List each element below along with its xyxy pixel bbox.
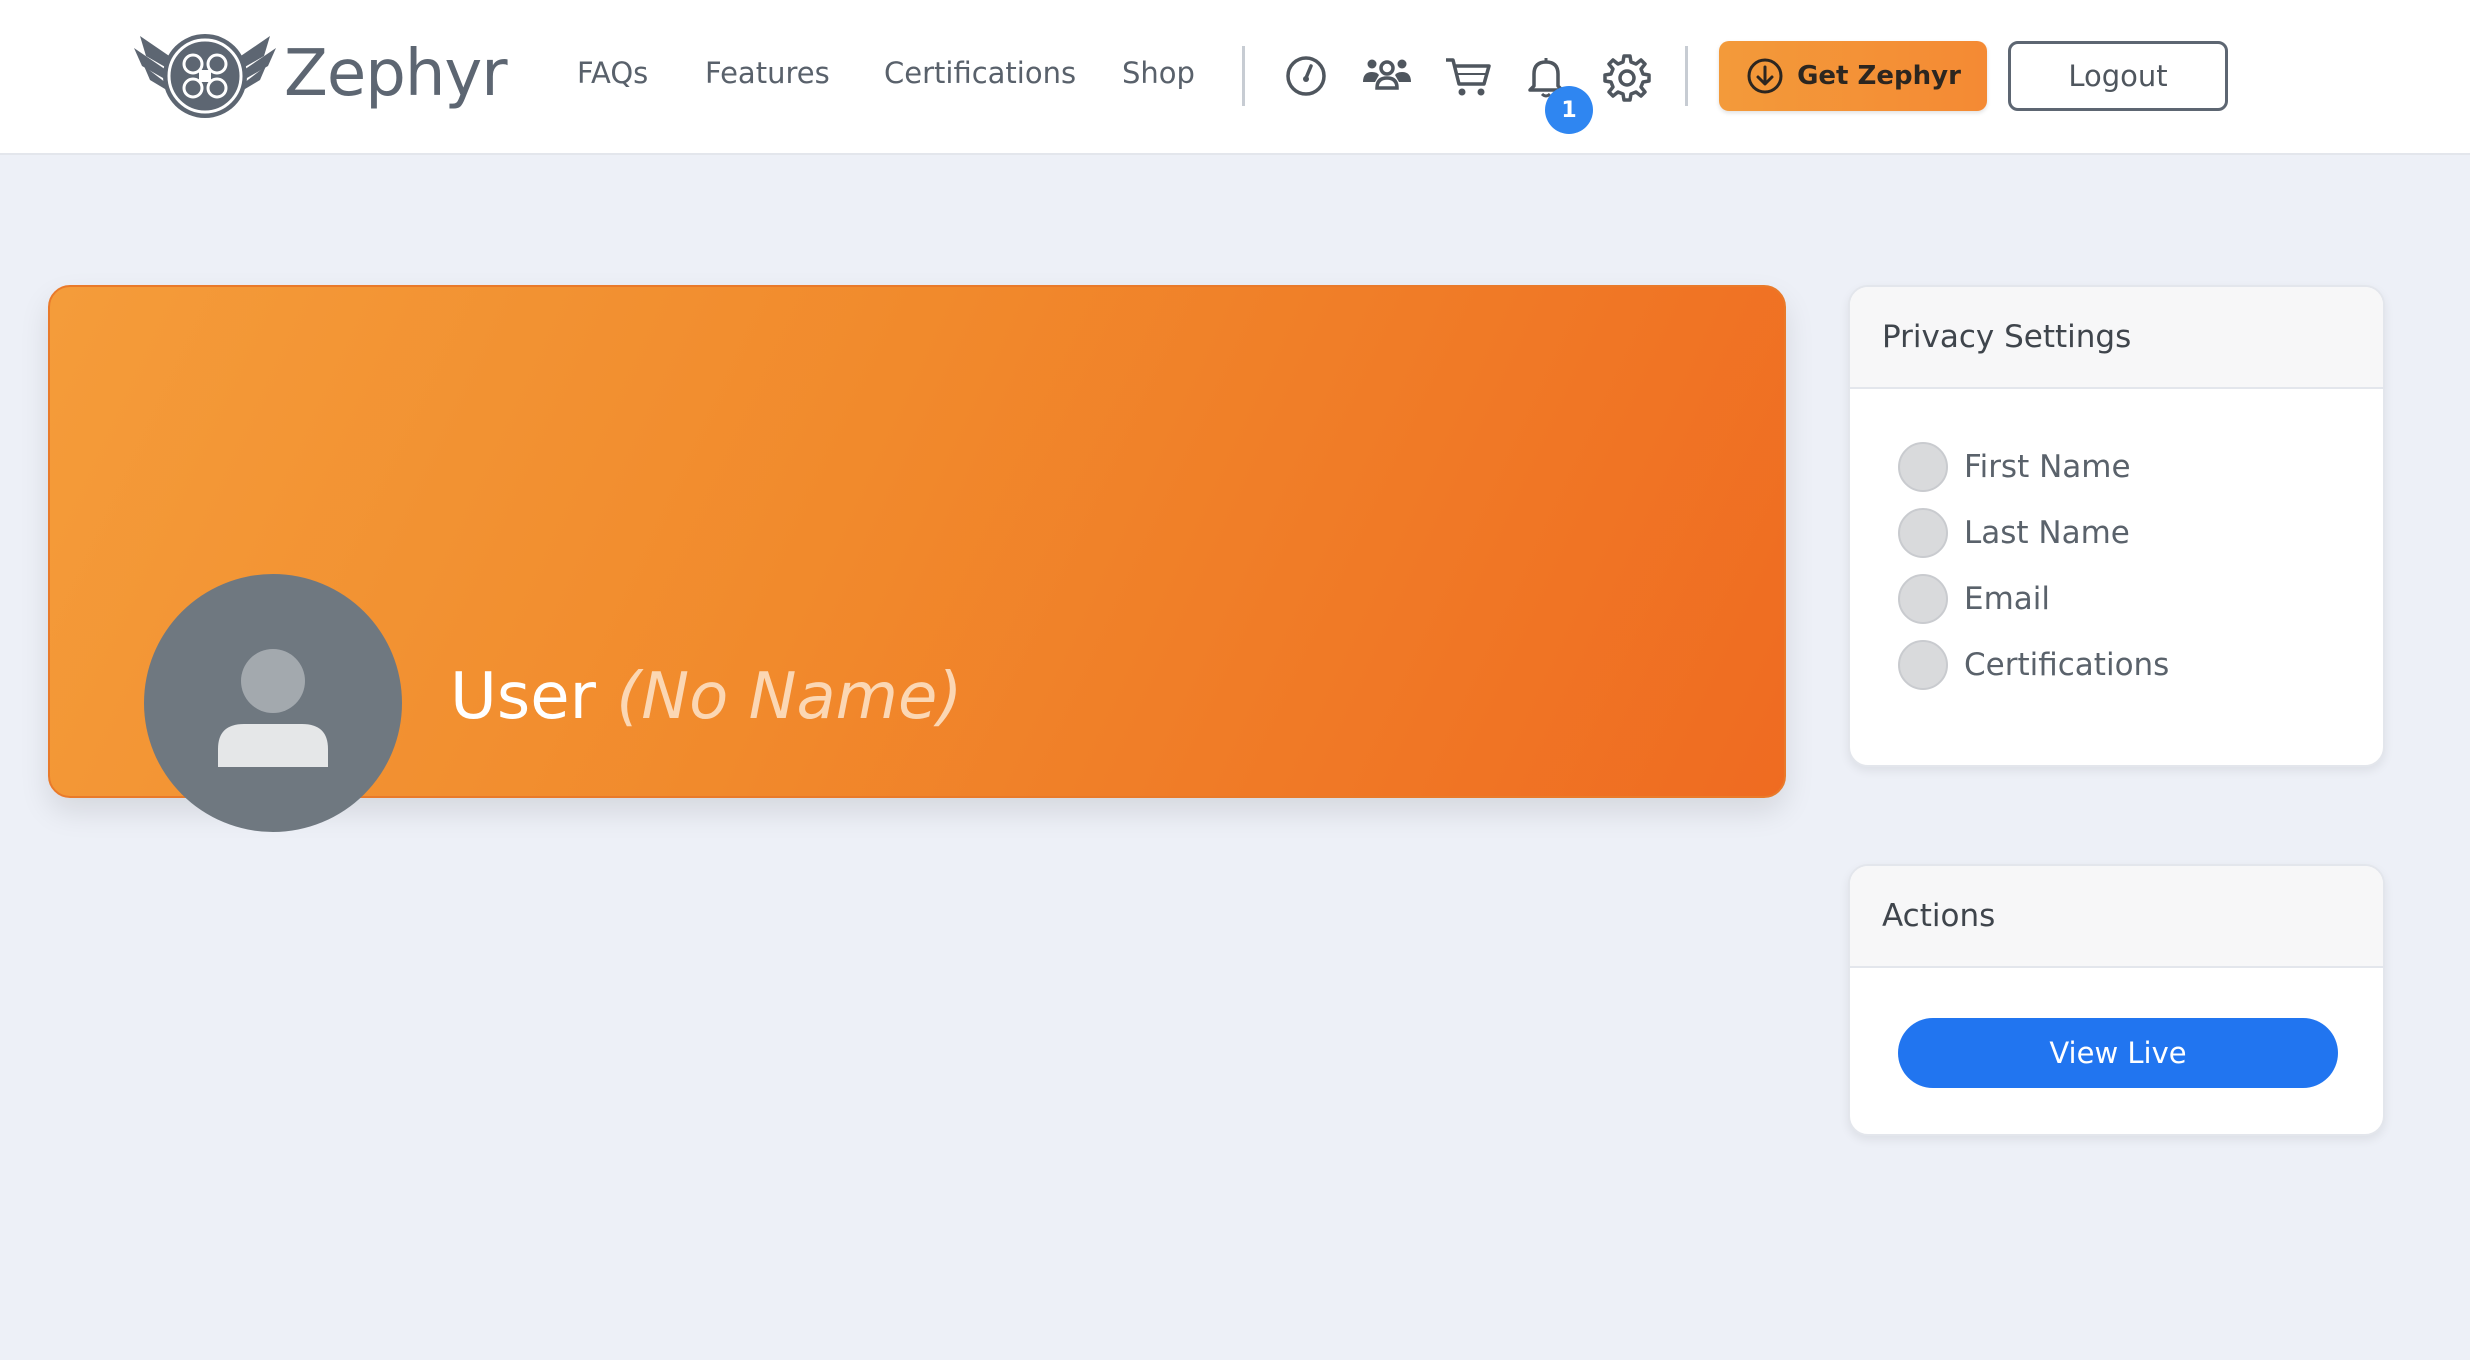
actions-card: Actions View Live — [1848, 864, 2385, 1136]
privacy-option-label: Last Name — [1964, 515, 2130, 551]
brand-name: Zephyr — [284, 37, 508, 111]
radio-toggle[interactable] — [1898, 640, 1948, 690]
cart-icon[interactable] — [1440, 48, 1496, 104]
gear-icon[interactable] — [1599, 48, 1655, 104]
radio-toggle[interactable] — [1898, 508, 1948, 558]
nav-link-certifications[interactable]: Certifications — [884, 56, 1076, 90]
privacy-option-label: Certifications — [1964, 647, 2170, 683]
privacy-option-certifications[interactable]: Certifications — [1898, 632, 2383, 698]
nav-divider — [1685, 46, 1688, 106]
radio-toggle[interactable] — [1898, 574, 1948, 624]
user-placeholder-icon — [218, 649, 328, 767]
view-live-button[interactable]: View Live — [1898, 1018, 2338, 1088]
card-title: Privacy Settings — [1850, 287, 2383, 389]
get-zephyr-button[interactable]: Get Zephyr — [1719, 41, 1987, 111]
profile-name: User (No Name) — [450, 660, 962, 734]
nav-divider — [1242, 46, 1245, 106]
users-icon[interactable] — [1359, 48, 1415, 104]
privacy-option-label: First Name — [1964, 449, 2131, 485]
privacy-option-email[interactable]: Email — [1898, 566, 2383, 632]
privacy-settings-card: Privacy Settings First Name Last Name Em… — [1848, 285, 2385, 767]
logout-button[interactable]: Logout — [2008, 41, 2228, 111]
card-title: Actions — [1850, 866, 2383, 968]
radio-toggle[interactable] — [1898, 442, 1948, 492]
nav-link-features[interactable]: Features — [705, 56, 830, 90]
nav-link-shop[interactable]: Shop — [1122, 56, 1195, 90]
speedometer-icon[interactable] — [1278, 48, 1334, 104]
drone-logo-icon — [134, 34, 276, 118]
privacy-option-first-name[interactable]: First Name — [1898, 434, 2383, 500]
zephyr-logo[interactable]: Zephyr — [130, 26, 508, 122]
avatar[interactable] — [144, 574, 402, 832]
download-circle-icon — [1747, 58, 1783, 94]
get-zephyr-label: Get Zephyr — [1797, 61, 1961, 91]
no-name-placeholder: (No Name) — [616, 660, 963, 734]
privacy-option-last-name[interactable]: Last Name — [1898, 500, 2383, 566]
notification-badge: 1 — [1545, 86, 1593, 134]
privacy-options-list: First Name Last Name Email Certification… — [1850, 389, 2383, 698]
profile-label: User — [450, 660, 596, 734]
top-navigation-bar: Zephyr FAQs Features Certifications Shop… — [0, 0, 2470, 155]
nav-link-faqs[interactable]: FAQs — [577, 56, 648, 90]
privacy-option-label: Email — [1964, 581, 2051, 617]
